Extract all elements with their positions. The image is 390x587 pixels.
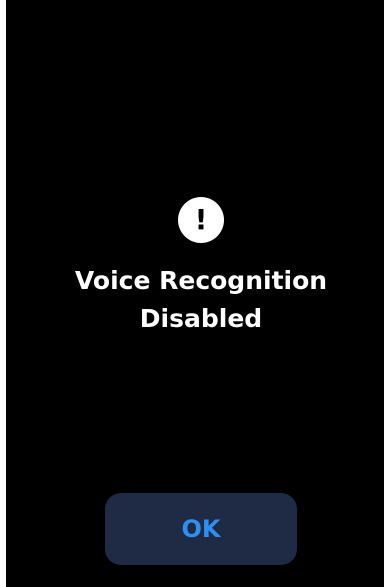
alert-title-line1: Voice Recognition: [74, 266, 328, 295]
alert-title-line2: Disabled: [139, 304, 263, 333]
alert-message: Voice Recognition Disabled: [26, 262, 376, 338]
device-screen: ! Voice Recognition Disabled OK: [6, 0, 384, 587]
ok-button[interactable]: OK: [105, 493, 297, 565]
exclamation-glyph: !: [194, 203, 208, 236]
ok-button-label: OK: [181, 515, 221, 543]
exclamation-icon: !: [178, 197, 224, 243]
